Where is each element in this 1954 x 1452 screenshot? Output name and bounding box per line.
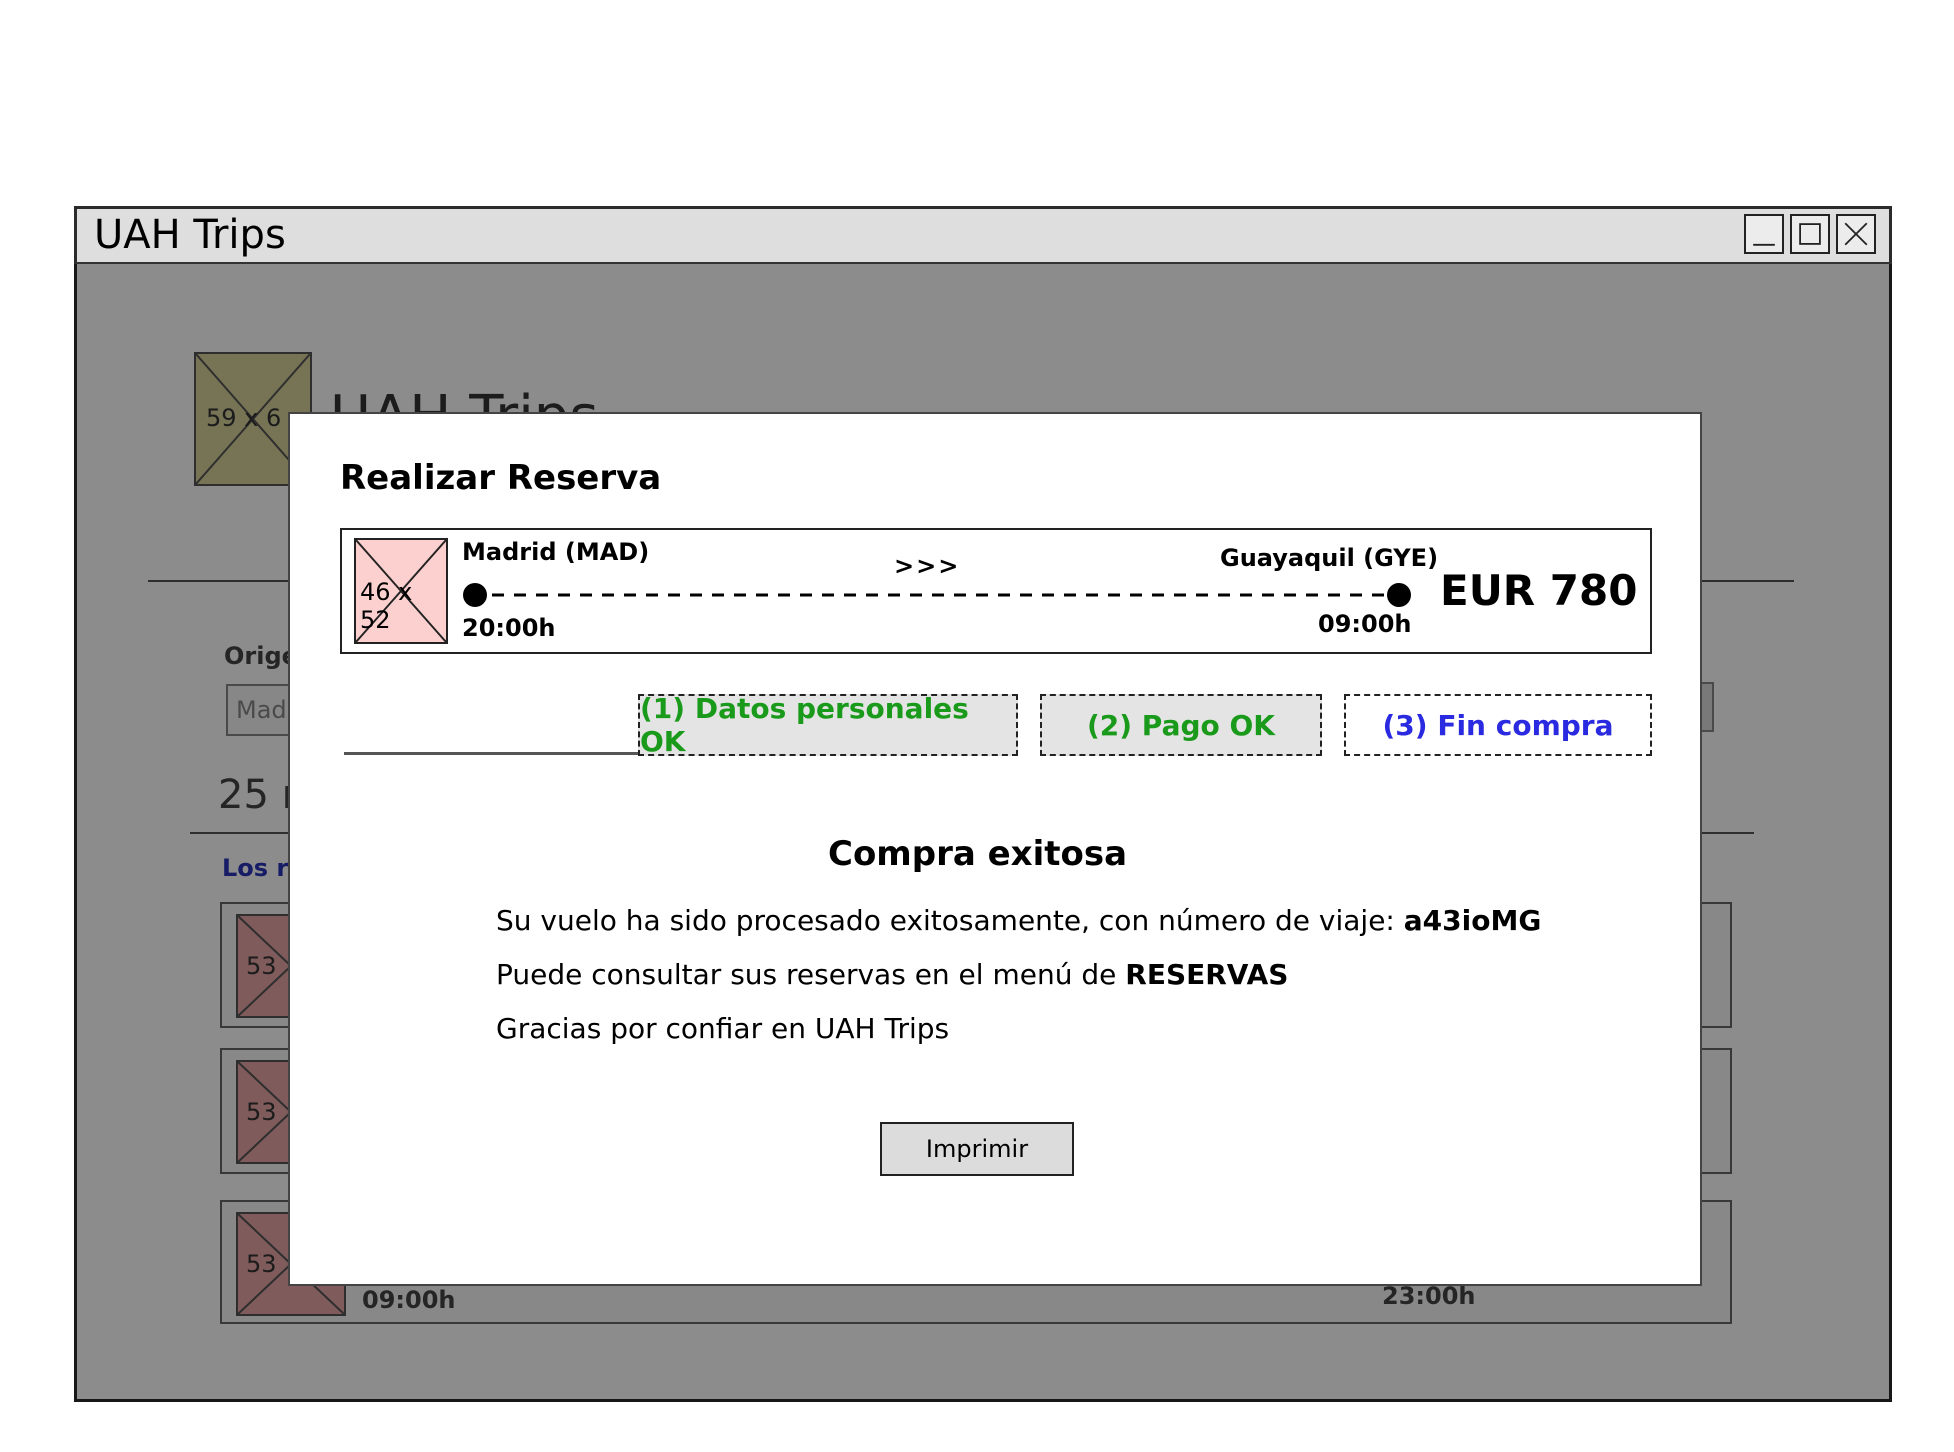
step-personal-data[interactable]: (1) Datos personales OK [638, 692, 1018, 758]
steps-baseline [344, 752, 640, 755]
step-finish[interactable]: (3) Fin compra [1344, 694, 1652, 756]
trip-number-text: Su vuelo ha sido procesado exitosamente,… [496, 904, 1404, 937]
trip-number: a43ioMG [1403, 904, 1542, 937]
reservations-text: Puede consultar sus reservas en el menú … [496, 958, 1126, 991]
success-title: Compra exitosa [828, 834, 1128, 874]
route-line [462, 580, 1412, 610]
minimize-icon[interactable] [1744, 214, 1784, 254]
thanks-message: Gracias por confiar en UAH Trips [496, 1012, 950, 1045]
origin-city: Madrid (MAD) [462, 538, 650, 566]
window-title: UAH Trips [94, 212, 286, 258]
airline-image-placeholder-icon: 46 x 52 [354, 538, 448, 644]
print-button[interactable]: Imprimir [880, 1122, 1074, 1176]
direction-arrows: >>> [894, 552, 961, 580]
trip-number-message: Su vuelo ha sido procesado exitosamente,… [496, 904, 1541, 937]
flight-price: EUR 780 [1440, 566, 1638, 615]
arrival-time: 09:00h [1318, 610, 1412, 638]
close-icon[interactable] [1836, 214, 1876, 254]
airline-image-label: 46 x 52 [360, 578, 413, 634]
departure-time: 20:00h [462, 614, 556, 642]
step-payment[interactable]: (2) Pago OK [1040, 694, 1322, 756]
maximize-icon[interactable] [1790, 214, 1830, 254]
modal-title: Realizar Reserva [340, 458, 662, 498]
window-titlebar [74, 206, 1892, 264]
reservations-message: Puede consultar sus reservas en el menú … [496, 958, 1288, 991]
reservations-menu-name: RESERVAS [1125, 958, 1289, 991]
destination-city: Guayaquil (GYE) [1220, 544, 1439, 572]
